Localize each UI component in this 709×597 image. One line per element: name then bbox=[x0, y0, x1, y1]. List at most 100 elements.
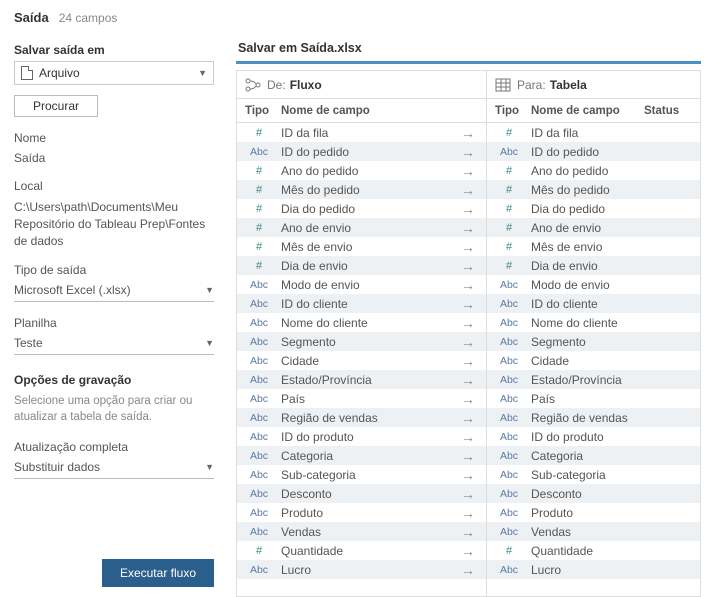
mapping-panes: De: Fluxo Tipo Nome de campo #ID da fila… bbox=[236, 70, 701, 597]
type-icon: Abc bbox=[487, 279, 531, 291]
table-row[interactable]: AbcID do cliente bbox=[487, 294, 700, 313]
table-row[interactable]: AbcProduto bbox=[487, 503, 700, 522]
type-icon: Abc bbox=[237, 393, 281, 405]
sheet-value: Teste bbox=[14, 336, 43, 350]
type-icon: Abc bbox=[487, 374, 531, 386]
arrow-icon: → bbox=[450, 446, 486, 465]
table-row[interactable]: AbcCidade bbox=[237, 351, 450, 370]
table-row[interactable]: #Quantidade bbox=[237, 541, 450, 560]
save-output-in-dropdown[interactable]: Arquivo ▼ bbox=[14, 61, 214, 85]
field-name: Segmento bbox=[281, 335, 450, 349]
table-row[interactable]: #Mês de envio bbox=[487, 237, 700, 256]
arrow-icon: → bbox=[450, 237, 486, 256]
table-row[interactable]: AbcCidade bbox=[487, 351, 700, 370]
field-name: ID do produto bbox=[531, 430, 644, 444]
arrow-icon: → bbox=[450, 180, 486, 199]
full-refresh-label: Atualização completa bbox=[14, 440, 214, 454]
type-icon: Abc bbox=[237, 412, 281, 424]
field-name: Ano de envio bbox=[531, 221, 644, 235]
browse-button[interactable]: Procurar bbox=[14, 95, 98, 117]
field-name: ID do produto bbox=[281, 430, 450, 444]
arrow-icon: → bbox=[450, 313, 486, 332]
table-row[interactable]: AbcNome do cliente bbox=[237, 313, 450, 332]
type-icon: Abc bbox=[237, 526, 281, 538]
table-row[interactable]: AbcVendas bbox=[487, 522, 700, 541]
table-row[interactable]: AbcID do produto bbox=[237, 427, 450, 446]
table-row[interactable]: AbcPaís bbox=[237, 389, 450, 408]
table-row[interactable]: AbcModo de envio bbox=[237, 275, 450, 294]
table-row[interactable]: AbcEstado/Província bbox=[237, 370, 450, 389]
table-row[interactable]: AbcDesconto bbox=[237, 484, 450, 503]
type-icon: Abc bbox=[487, 393, 531, 405]
app-root: Saída 24 campos Salvar saída em Arquivo … bbox=[0, 0, 709, 597]
content-title: Salvar em Saída.xlsx bbox=[236, 33, 701, 61]
table-row[interactable]: #ID da fila bbox=[487, 123, 700, 142]
table-row[interactable]: #Ano do pedido bbox=[487, 161, 700, 180]
type-icon: Abc bbox=[237, 374, 281, 386]
th-name: Nome de campo bbox=[531, 105, 644, 117]
field-name: Nome do cliente bbox=[281, 316, 450, 330]
from-column-header: Tipo Nome de campo bbox=[237, 99, 450, 123]
full-refresh-value: Substituir dados bbox=[14, 460, 100, 474]
table-row[interactable]: #Dia do pedido bbox=[237, 199, 450, 218]
arrow-icon: → bbox=[450, 408, 486, 427]
field-name: Categoria bbox=[531, 449, 644, 463]
field-name: Cidade bbox=[531, 354, 644, 368]
arrow-icon: → bbox=[450, 541, 486, 560]
table-row[interactable]: #Ano de envio bbox=[487, 218, 700, 237]
table-row[interactable]: AbcSegmento bbox=[487, 332, 700, 351]
type-icon: # bbox=[237, 545, 281, 557]
table-row[interactable]: AbcLucro bbox=[487, 560, 700, 579]
table-row[interactable]: #Dia de envio bbox=[237, 256, 450, 275]
table-row[interactable]: #Ano de envio bbox=[237, 218, 450, 237]
output-type-select[interactable]: Microsoft Excel (.xlsx) ▼ bbox=[14, 279, 214, 302]
table-row[interactable]: AbcSub-categoria bbox=[487, 465, 700, 484]
save-output-in-value: Arquivo bbox=[39, 66, 80, 80]
table-row[interactable]: AbcID do produto bbox=[487, 427, 700, 446]
table-row[interactable]: #ID da fila bbox=[237, 123, 450, 142]
table-row[interactable]: AbcDesconto bbox=[487, 484, 700, 503]
type-icon: # bbox=[237, 127, 281, 139]
table-row[interactable]: AbcID do cliente bbox=[237, 294, 450, 313]
table-row[interactable]: #Mês de envio bbox=[237, 237, 450, 256]
table-icon bbox=[495, 78, 511, 92]
table-row[interactable]: #Mês do pedido bbox=[487, 180, 700, 199]
type-icon: Abc bbox=[237, 507, 281, 519]
arrow-icon: → bbox=[450, 199, 486, 218]
field-name: Sub-categoria bbox=[281, 468, 450, 482]
table-row[interactable]: AbcEstado/Província bbox=[487, 370, 700, 389]
table-row[interactable]: AbcSegmento bbox=[237, 332, 450, 351]
table-row[interactable]: AbcModo de envio bbox=[487, 275, 700, 294]
field-name: País bbox=[281, 392, 450, 406]
type-icon: Abc bbox=[237, 431, 281, 443]
table-row[interactable]: AbcCategoria bbox=[487, 446, 700, 465]
field-name: ID do cliente bbox=[531, 297, 644, 311]
run-flow-button[interactable]: Executar fluxo bbox=[102, 559, 214, 587]
table-row[interactable]: AbcLucro bbox=[237, 560, 450, 579]
table-row[interactable]: AbcID do pedido bbox=[487, 142, 700, 161]
table-row[interactable]: AbcNome do cliente bbox=[487, 313, 700, 332]
type-icon: Abc bbox=[237, 298, 281, 310]
table-row[interactable]: AbcRegião de vendas bbox=[487, 408, 700, 427]
table-row[interactable]: AbcRegião de vendas bbox=[237, 408, 450, 427]
table-row[interactable]: #Mês do pedido bbox=[237, 180, 450, 199]
table-row[interactable]: AbcSub-categoria bbox=[237, 465, 450, 484]
table-row[interactable]: AbcVendas bbox=[237, 522, 450, 541]
type-icon: # bbox=[237, 222, 281, 234]
main: Salvar saída em Arquivo ▼ Procurar Nome … bbox=[0, 33, 709, 597]
type-icon: Abc bbox=[237, 488, 281, 500]
full-refresh-select[interactable]: Substituir dados ▼ bbox=[14, 456, 214, 479]
table-row[interactable]: AbcProduto bbox=[237, 503, 450, 522]
sheet-select[interactable]: Teste ▼ bbox=[14, 332, 214, 355]
table-row[interactable]: AbcPaís bbox=[487, 389, 700, 408]
table-row[interactable]: #Quantidade bbox=[487, 541, 700, 560]
table-row[interactable]: #Dia de envio bbox=[487, 256, 700, 275]
table-row[interactable]: AbcCategoria bbox=[237, 446, 450, 465]
field-name: Dia de envio bbox=[281, 259, 450, 273]
table-row[interactable]: #Dia do pedido bbox=[487, 199, 700, 218]
th-status: Status bbox=[644, 105, 700, 117]
arrow-icon: → bbox=[450, 142, 486, 161]
type-icon: # bbox=[487, 184, 531, 196]
table-row[interactable]: AbcID do pedido bbox=[237, 142, 450, 161]
table-row[interactable]: #Ano do pedido bbox=[237, 161, 450, 180]
